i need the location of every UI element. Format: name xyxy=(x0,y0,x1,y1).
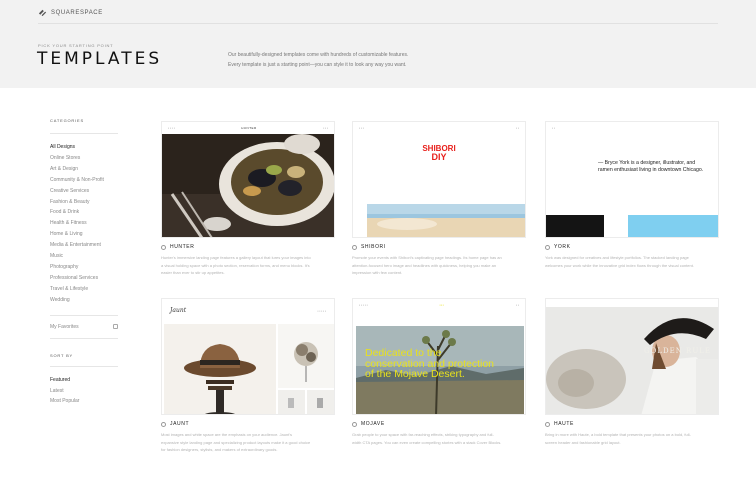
category-fashion-beauty[interactable]: Fashion & Beauty xyxy=(50,197,120,208)
template-preview-hunter[interactable]: ▪ ▪ ▪ ▪ HUNTER ▪ ▪ ▪ xyxy=(161,121,335,238)
favorite-heart-icon[interactable] xyxy=(545,421,550,427)
template-label-haute: HAUTE xyxy=(545,421,719,427)
template-description: Grab people to your space with far-reach… xyxy=(352,432,502,445)
york-hero-quote: — Bryce York is a designer, illustrator,… xyxy=(598,160,704,174)
sidebar-divider xyxy=(50,133,118,134)
template-description: Promote your events with Shibori's capti… xyxy=(352,255,502,276)
template-preview-shibori[interactable]: ▪ ▪ ▪ ▪ ▪ SHIBORI DIY xyxy=(352,121,526,238)
hat-image xyxy=(164,324,276,414)
preview-nav: ▪ ▪ ▪ ▪ HUNTER ▪ ▪ ▪ xyxy=(168,126,328,130)
york-gallery-strip xyxy=(546,215,718,237)
category-list: All Designs Online Stores Art & Design C… xyxy=(50,142,120,306)
hero-description-line-1: Our beautifully-designed templates come … xyxy=(228,52,409,58)
template-card-york[interactable]: ▪ ▪ — Bryce York is a designer, illustra… xyxy=(545,121,719,269)
jaunt-logo: Jaunt xyxy=(170,307,187,314)
template-label-hunter: HUNTER xyxy=(161,244,335,250)
shibori-hero-text: SHIBORI DIY xyxy=(353,144,525,162)
template-name: MOJAVE xyxy=(361,421,385,427)
category-all-designs[interactable]: All Designs xyxy=(50,142,120,153)
favorite-heart-icon[interactable] xyxy=(161,244,166,250)
favorite-heart-icon[interactable] xyxy=(161,421,166,427)
hero-description-line-2: Every template is just a starting point—… xyxy=(228,62,407,68)
sort-latest[interactable]: Latest xyxy=(50,386,120,397)
category-online-stores[interactable]: Online Stores xyxy=(50,153,120,164)
favorites-icon xyxy=(113,324,118,330)
template-preview-haute[interactable]: GOLDEN RULE xyxy=(545,298,719,415)
template-preview-york[interactable]: ▪ ▪ — Bryce York is a designer, illustra… xyxy=(545,121,719,238)
template-label-mojave: MOJAVE xyxy=(352,421,526,427)
shibori-subtitle: DIY xyxy=(431,152,447,162)
template-label-jaunt: JAUNT xyxy=(161,421,335,427)
template-card-hunter[interactable]: ▪ ▪ ▪ ▪ HUNTER ▪ ▪ ▪ HUNTER Hunter's immer… xyxy=(161,121,335,277)
template-card-mojave[interactable]: ▪ ▪ ▪ ▪ ▪ ▪▪▪ ▪ ▪ Dedicated to the conserv… xyxy=(352,298,526,446)
template-card-shibori[interactable]: ▪ ▪ ▪ ▪ ▪ SHIBORI DIY SHIBORI Promote you… xyxy=(352,121,526,277)
template-name: HUNTER xyxy=(170,244,195,250)
category-home-living[interactable]: Home & Living xyxy=(50,229,120,240)
template-name: HAUTE xyxy=(554,421,574,427)
template-name: JAUNT xyxy=(170,421,190,427)
template-description: York was designed for creatives and life… xyxy=(545,255,694,268)
category-professional-services[interactable]: Professional Services xyxy=(50,273,120,284)
category-photography[interactable]: Photography xyxy=(50,262,120,273)
my-favorites-label: My Favorites xyxy=(50,323,79,330)
preview-nav: ▪ ▪ xyxy=(552,126,555,130)
flower-image xyxy=(278,324,334,388)
preview-nav: ▪ ▪ ▪ ▪ ▪ ▪▪▪ ▪ ▪ xyxy=(359,303,519,307)
template-description: Hunter's immersive landing page features… xyxy=(161,255,311,276)
sort-most-popular[interactable]: Most Popular xyxy=(50,396,120,407)
mojave-hero-text: Dedicated to the conservation and protec… xyxy=(365,347,494,380)
category-health-fitness[interactable]: Health & Fitness xyxy=(50,218,120,229)
category-creative-services[interactable]: Creative Services xyxy=(50,186,120,197)
product-thumbnails xyxy=(278,390,334,414)
category-music[interactable]: Music xyxy=(50,251,120,262)
sidebar-divider xyxy=(50,314,118,316)
sort-heading: SORT BY xyxy=(50,352,74,358)
squarespace-logo[interactable]: SQUARESPACE xyxy=(38,8,103,17)
haute-hero-text: GOLDEN RULE xyxy=(644,347,711,355)
favorite-heart-icon[interactable] xyxy=(545,244,550,250)
fashion-image xyxy=(546,299,718,414)
beach-image xyxy=(367,204,525,237)
template-name: YORK xyxy=(554,244,571,250)
category-media-entertainment[interactable]: Media & Entertainment xyxy=(50,240,120,251)
preview-nav: ▪ ▪ ▪ ▪ ▪ xyxy=(317,309,326,313)
header-divider xyxy=(38,23,718,24)
brand-name: SQUARESPACE xyxy=(51,9,103,16)
category-community[interactable]: Community & Non-Profit xyxy=(50,175,120,186)
favorite-heart-icon[interactable] xyxy=(352,244,357,250)
category-food-drink[interactable]: Food & Drink xyxy=(50,207,120,218)
template-name: SHIBORI xyxy=(361,244,386,250)
food-bowl-image xyxy=(162,134,334,237)
hero-description: Our beautifully-designed templates come … xyxy=(228,50,488,70)
template-preview-mojave[interactable]: ▪ ▪ ▪ ▪ ▪ ▪▪▪ ▪ ▪ Dedicated to the conserv… xyxy=(352,298,526,415)
category-travel-lifestyle[interactable]: Travel & Lifestyle xyxy=(50,284,120,295)
squarespace-logo-icon xyxy=(38,8,47,17)
favorite-heart-icon[interactable] xyxy=(352,421,357,427)
template-label-shibori: SHIBORI xyxy=(352,244,526,250)
template-card-haute[interactable]: GOLDEN RULE HAUTE Bring in more with Hau… xyxy=(545,298,719,446)
sort-featured[interactable]: Featured xyxy=(50,375,120,386)
preview-nav: ▪ ▪ ▪ ▪ ▪ xyxy=(359,126,519,130)
template-description: Bring in more with Haute, a bold templat… xyxy=(545,432,691,445)
template-card-jaunt[interactable]: Jaunt ▪ ▪ ▪ ▪ ▪ JAUNT Most images and wh… xyxy=(161,298,335,454)
hero-kicker: PICK YOUR STARTING POINT xyxy=(38,43,114,48)
category-art-design[interactable]: Art & Design xyxy=(50,164,120,175)
my-favorites-link[interactable]: My Favorites xyxy=(50,324,118,330)
template-description: Most images and white space are the emph… xyxy=(161,432,311,453)
sidebar-divider xyxy=(50,337,118,339)
sidebar-divider xyxy=(50,365,118,367)
template-label-york: YORK xyxy=(545,244,719,250)
template-preview-jaunt[interactable]: Jaunt ▪ ▪ ▪ ▪ ▪ xyxy=(161,298,335,415)
category-wedding[interactable]: Wedding xyxy=(50,295,120,306)
sidebar: CATEGORIES All Designs Online Stores Art… xyxy=(50,118,120,407)
page-title: TEMPLATES xyxy=(37,49,163,69)
categories-heading: CATEGORIES xyxy=(50,118,84,123)
hero-banner: SQUARESPACE PICK YOUR STARTING POINT TEM… xyxy=(0,0,756,88)
